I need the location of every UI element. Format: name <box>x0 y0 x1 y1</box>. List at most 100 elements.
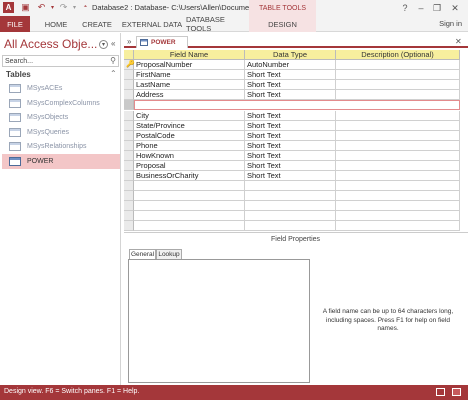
field-name-cell[interactable]: HowKnown <box>134 151 245 161</box>
field-name-cell[interactable]: Proposal <box>134 161 245 171</box>
row-selector[interactable] <box>124 191 134 201</box>
data-type-cell[interactable]: Short Text <box>245 131 336 141</box>
data-type-cell[interactable]: Short Text <box>245 80 336 90</box>
field-name-cell[interactable]: BusinessOrCharity <box>134 171 245 181</box>
row-selector[interactable] <box>124 221 134 231</box>
description-cell[interactable] <box>336 131 460 141</box>
undo-icon[interactable]: ↶ <box>36 2 47 13</box>
description-cell[interactable] <box>336 111 460 121</box>
field-name-cell[interactable]: Address <box>134 90 245 100</box>
row-selector[interactable] <box>124 151 134 161</box>
nav-item-power[interactable]: POWER <box>2 154 120 169</box>
sign-in-link[interactable]: Sign in <box>439 19 462 28</box>
nav-item-msysrelationships[interactable]: MSysRelationships <box>2 139 120 154</box>
field-name-cell[interactable]: ProposalNumber <box>134 60 245 70</box>
nav-item-msysqueries[interactable]: MSysQueries <box>2 125 120 140</box>
description-cell[interactable] <box>336 121 460 131</box>
field-name-cell[interactable]: City <box>134 111 245 121</box>
row-selector[interactable] <box>124 211 134 221</box>
nav-item-msysaces[interactable]: MSysACEs <box>2 81 120 96</box>
tab-database-tools[interactable]: DATABASE TOOLS <box>186 15 248 33</box>
design-view-icon[interactable] <box>452 388 461 396</box>
nav-menu-dropdown-icon[interactable]: ▾ <box>99 40 108 49</box>
help-button[interactable]: ? <box>398 2 412 14</box>
field-name-cell[interactable] <box>134 191 245 201</box>
data-type-cell[interactable]: Short Text <box>245 121 336 131</box>
customize-toolbar-icon[interactable]: ⩡ <box>80 2 91 13</box>
tab-home[interactable]: HOME <box>38 16 74 32</box>
nav-item-msysobjects[interactable]: MSysObjects <box>2 110 120 125</box>
restore-button[interactable]: ❐ <box>430 2 444 14</box>
row-selector[interactable]: 🔑 <box>124 60 135 70</box>
minimize-button[interactable]: – <box>414 2 428 14</box>
data-type-cell[interactable]: AutoNumber <box>245 60 336 70</box>
data-type-cell[interactable] <box>245 211 336 221</box>
row-selector[interactable] <box>124 201 134 211</box>
field-name-cell[interactable] <box>134 201 245 211</box>
shutter-bar-collapse-icon[interactable]: « <box>111 39 115 48</box>
field-name-cell[interactable]: FirstName <box>134 70 245 80</box>
group-collapse-icon[interactable]: ⌃ <box>110 69 117 78</box>
nav-search-input[interactable]: Search... ⚲ <box>2 55 119 67</box>
row-selector[interactable] <box>124 181 134 191</box>
close-document-icon[interactable]: ✕ <box>455 37 462 46</box>
data-type-cell[interactable]: Short Text <box>245 90 336 100</box>
data-type-cell[interactable]: Short Text <box>245 171 336 181</box>
description-cell[interactable] <box>336 211 460 221</box>
description-cell[interactable] <box>336 161 460 171</box>
document-tab-power[interactable]: POWER <box>136 36 188 48</box>
nav-item-msyscomplexcolumns[interactable]: MSysComplexColumns <box>2 96 120 111</box>
description-cell[interactable] <box>336 90 460 100</box>
row-selector[interactable] <box>124 121 134 131</box>
nav-pane-title[interactable]: All Access Obje... <box>4 37 97 51</box>
undo-dropdown-icon[interactable]: ▾ <box>47 2 58 13</box>
row-selector[interactable] <box>124 111 134 121</box>
field-name-cell[interactable]: PostalCode <box>134 131 245 141</box>
redo-icon[interactable]: ↷ <box>58 2 69 13</box>
tab-external-data[interactable]: EXTERNAL DATA <box>120 16 184 32</box>
row-selector[interactable] <box>124 141 134 151</box>
selected-blank-row[interactable] <box>134 100 460 110</box>
description-cell[interactable] <box>336 201 460 211</box>
field-name-cell[interactable] <box>134 181 245 191</box>
data-type-cell[interactable] <box>245 201 336 211</box>
close-button[interactable]: ✕ <box>448 2 462 14</box>
description-cell[interactable] <box>336 181 460 191</box>
data-type-cell[interactable]: Short Text <box>245 70 336 80</box>
data-type-cell[interactable]: Short Text <box>245 151 336 161</box>
tab-create[interactable]: CREATE <box>78 16 116 32</box>
field-name-cell[interactable] <box>134 221 245 231</box>
data-type-cell[interactable]: Short Text <box>245 161 336 171</box>
tab-file[interactable]: FILE <box>0 16 30 32</box>
field-name-cell[interactable] <box>134 211 245 221</box>
row-selector[interactable] <box>124 100 134 110</box>
row-selector[interactable] <box>124 70 134 80</box>
nav-group-tables[interactable]: Tables <box>6 70 31 79</box>
save-icon[interactable]: ▣ <box>20 2 31 13</box>
close-all-tabs-icon[interactable]: » <box>127 37 131 46</box>
row-selector[interactable] <box>124 171 134 181</box>
data-type-cell[interactable] <box>245 221 336 231</box>
tab-design[interactable]: DESIGN <box>249 16 316 32</box>
field-name-cell[interactable]: State/Province <box>134 121 245 131</box>
data-type-cell[interactable] <box>245 191 336 201</box>
field-name-cell[interactable]: LastName <box>134 80 245 90</box>
row-selector[interactable] <box>124 161 134 171</box>
data-type-cell[interactable]: Short Text <box>245 111 336 121</box>
data-type-cell[interactable]: Short Text <box>245 141 336 151</box>
row-selector[interactable] <box>124 131 134 141</box>
search-icon[interactable]: ⚲ <box>110 56 116 65</box>
description-cell[interactable] <box>336 141 460 151</box>
description-cell[interactable] <box>336 191 460 201</box>
description-cell[interactable] <box>336 80 460 90</box>
description-cell[interactable] <box>336 171 460 181</box>
description-cell[interactable] <box>336 70 460 80</box>
grid-corner[interactable] <box>124 50 134 60</box>
description-cell[interactable] <box>336 221 460 231</box>
description-cell[interactable] <box>336 60 460 70</box>
description-cell[interactable] <box>336 151 460 161</box>
data-type-cell[interactable] <box>245 181 336 191</box>
datasheet-view-icon[interactable] <box>436 388 445 396</box>
field-name-cell[interactable]: Phone <box>134 141 245 151</box>
row-selector[interactable] <box>124 80 134 90</box>
